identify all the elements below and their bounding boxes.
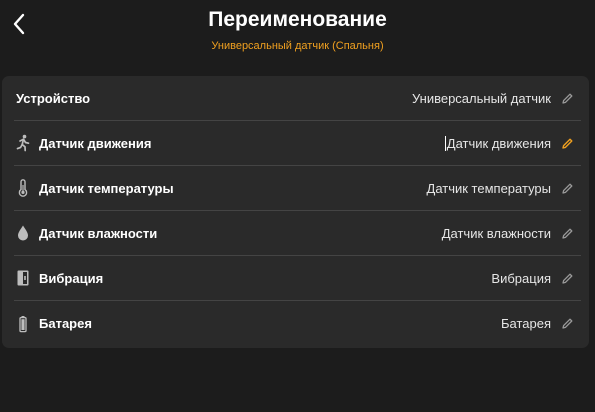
name-field[interactable]: Датчик температуры xyxy=(427,180,581,196)
pencil-icon[interactable] xyxy=(559,270,575,286)
name-field[interactable]: Вибрация xyxy=(491,270,581,286)
name-field[interactable]: Датчик влажности xyxy=(442,225,581,241)
pencil-icon[interactable] xyxy=(559,135,575,151)
row-battery: Батарея Батарея xyxy=(14,301,581,346)
text-cursor xyxy=(444,135,446,151)
motion-icon xyxy=(15,134,31,152)
row-label: Устройство xyxy=(16,90,91,106)
page-title: Переименование xyxy=(208,8,387,31)
pencil-icon[interactable] xyxy=(559,180,575,196)
name-value[interactable]: Универсальный датчик xyxy=(412,91,551,106)
name-value[interactable]: Вибрация xyxy=(491,271,551,286)
row-device: Устройство Универсальный датчик xyxy=(14,76,581,121)
name-value[interactable]: Датчик движения xyxy=(447,136,551,151)
row-motion-sensor: Датчик движения Датчик движения xyxy=(14,121,581,166)
row-label: Батарея xyxy=(39,316,92,331)
name-value[interactable]: Датчик температуры xyxy=(427,181,551,196)
row-humidity-sensor: Датчик влажности Датчик влажности xyxy=(14,211,581,256)
row-label: Датчик влажности xyxy=(39,225,158,241)
page-subtitle: Универсальный датчик (Спальня) xyxy=(211,40,384,52)
header: Переименование Универсальный датчик (Спа… xyxy=(0,0,595,72)
name-field[interactable]: Датчик движения xyxy=(444,135,581,151)
name-value[interactable]: Датчик влажности xyxy=(442,226,551,241)
name-value[interactable]: Батарея xyxy=(501,316,551,331)
name-field[interactable]: Батарея xyxy=(501,316,581,332)
vibration-icon xyxy=(15,269,31,287)
row-label: Датчик температуры xyxy=(39,180,174,196)
thermometer-icon xyxy=(15,179,31,197)
rename-list: Устройство Универсальный датчик Датчик д… xyxy=(2,76,589,348)
row-temperature-sensor: Датчик температуры Датчик температуры xyxy=(14,166,581,211)
pencil-icon[interactable] xyxy=(559,225,575,241)
pencil-icon[interactable] xyxy=(559,90,575,106)
droplet-icon xyxy=(15,224,31,242)
battery-icon xyxy=(15,315,31,333)
row-vibration: Вибрация Вибрация xyxy=(14,256,581,301)
pencil-icon[interactable] xyxy=(559,316,575,332)
row-label: Датчик движения xyxy=(39,135,152,151)
name-field[interactable]: Универсальный датчик xyxy=(412,90,581,106)
row-label: Вибрация xyxy=(39,270,104,286)
